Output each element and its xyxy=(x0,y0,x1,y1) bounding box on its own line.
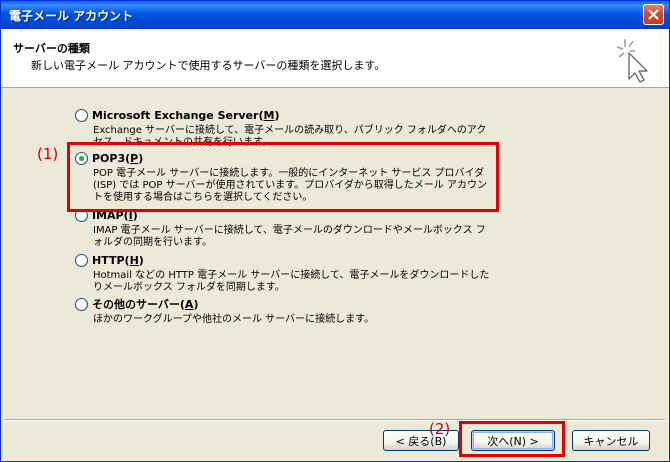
close-icon xyxy=(648,9,659,20)
option-label: Microsoft Exchange Server(M) xyxy=(92,108,280,122)
highlight-box-next xyxy=(459,421,565,457)
radio-other-row[interactable]: その他のサーバー(A) xyxy=(75,297,198,311)
radio-other[interactable] xyxy=(75,297,88,311)
header-subtitle: 新しい電子メール アカウントで使用するサーバーの種類を選択します。 xyxy=(31,59,386,72)
wizard-header: サーバーの種類 新しい電子メール アカウントで使用するサーバーの種類を選択します… xyxy=(1,29,669,88)
cancel-button[interactable]: キャンセル xyxy=(572,430,650,451)
radio-http[interactable] xyxy=(75,253,88,267)
callout-1: (1) xyxy=(37,145,59,163)
radio-exchange[interactable] xyxy=(75,108,88,122)
email-account-dialog: 電子メール アカウント サーバーの種類 新しい電子メール アカウントで使用するサ… xyxy=(0,0,670,462)
highlight-box-pop3 xyxy=(67,142,499,212)
option-description: IMAP 電子メール サーバーに接続して、電子メールのダウンロードやメールボック… xyxy=(93,225,486,248)
option-description: Hotmail などの HTTP 電子メール サーバーに接続して、電子メールをダ… xyxy=(93,270,490,293)
radio-exchange-row[interactable]: Microsoft Exchange Server(M) xyxy=(75,108,279,122)
window-title: 電子メール アカウント xyxy=(9,9,134,23)
radio-http-row[interactable]: HTTP(H) xyxy=(75,253,144,267)
option-description: ほかのワークグループや他社のメール サーバーに接続します。 xyxy=(93,314,375,325)
option-label: その他のサーバー(A) xyxy=(92,298,199,311)
header-title: サーバーの種類 xyxy=(13,42,90,55)
wizard-wand-icon xyxy=(616,39,648,83)
close-button[interactable] xyxy=(643,4,664,25)
title-bar[interactable]: 電子メール アカウント xyxy=(1,1,669,29)
callout-2: (2) xyxy=(429,420,451,438)
button-separator xyxy=(5,419,665,421)
option-label: HTTP(H) xyxy=(92,253,144,267)
